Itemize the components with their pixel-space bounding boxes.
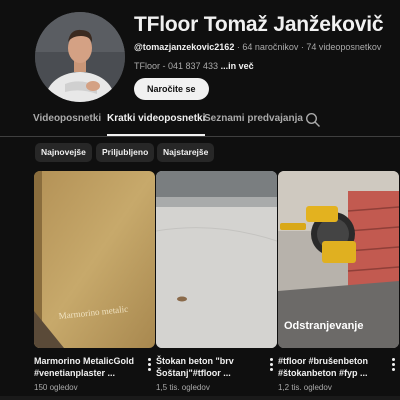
channel-tabs: Videoposnetki Kratki videoposnetki Sezna…: [0, 110, 400, 137]
chip-newest[interactable]: Najnovejše: [35, 143, 92, 162]
short-views: 1,5 tis. ogledov: [156, 383, 210, 392]
more-options-icon[interactable]: [389, 357, 397, 373]
avatar-image: [35, 12, 125, 102]
channel-avatar[interactable]: [35, 12, 125, 102]
more-options-icon[interactable]: [145, 357, 153, 373]
channel-meta: @tomazjanzekovic2162 · 64 naročnikov · 7…: [134, 42, 381, 52]
short-card[interactable]: Štokan beton "brv Šoštanj"#tfloor ... 1,…: [156, 171, 277, 400]
more-link[interactable]: ...in več: [221, 61, 254, 71]
chip-oldest[interactable]: Najstarejše: [157, 143, 215, 162]
short-title[interactable]: #tfloor #brušenbeton #štokanbeton #fyp .…: [278, 355, 384, 379]
short-card[interactable]: Odstranjevanje #tfloor #brušenbeton #što…: [278, 171, 399, 400]
tab-videos[interactable]: Videoposnetki: [33, 110, 101, 136]
tab-playlists[interactable]: Seznami predvajanja: [204, 110, 303, 136]
short-card[interactable]: Marmorino metalic Marmorino MetalicGold …: [34, 171, 155, 400]
short-title[interactable]: Marmorino MetalicGold #venetianplaster .…: [34, 355, 140, 379]
thumbnail-overlay-text: Odstranjevanje: [284, 320, 363, 332]
tab-shorts[interactable]: Kratki videoposnetki: [107, 110, 206, 136]
channel-stats: · 64 naročnikov · 74 videoposnetkov: [234, 42, 382, 52]
subscribe-button[interactable]: Naročite se: [134, 78, 209, 100]
search-icon[interactable]: [305, 112, 323, 130]
channel-description[interactable]: TFloor - 041 837 433 ...in več: [134, 61, 254, 71]
description-text: TFloor - 041 837 433: [134, 61, 221, 71]
short-views: 1,2 tis. ogledov: [278, 383, 332, 392]
more-options-icon[interactable]: [267, 357, 275, 373]
chip-popular[interactable]: Priljubljeno: [96, 143, 155, 162]
short-thumbnail[interactable]: [156, 171, 277, 348]
short-views: 150 ogledov: [34, 383, 78, 392]
next-row-partial: [0, 396, 400, 400]
channel-name: TFloor Tomaž Janžekovič: [134, 13, 384, 36]
short-title[interactable]: Štokan beton "brv Šoštanj"#tfloor ...: [156, 355, 262, 379]
short-thumbnail[interactable]: Marmorino metalic: [34, 171, 155, 348]
channel-handle: @tomazjanzekovic2162: [134, 42, 235, 52]
short-thumbnail[interactable]: Odstranjevanje: [278, 171, 399, 348]
